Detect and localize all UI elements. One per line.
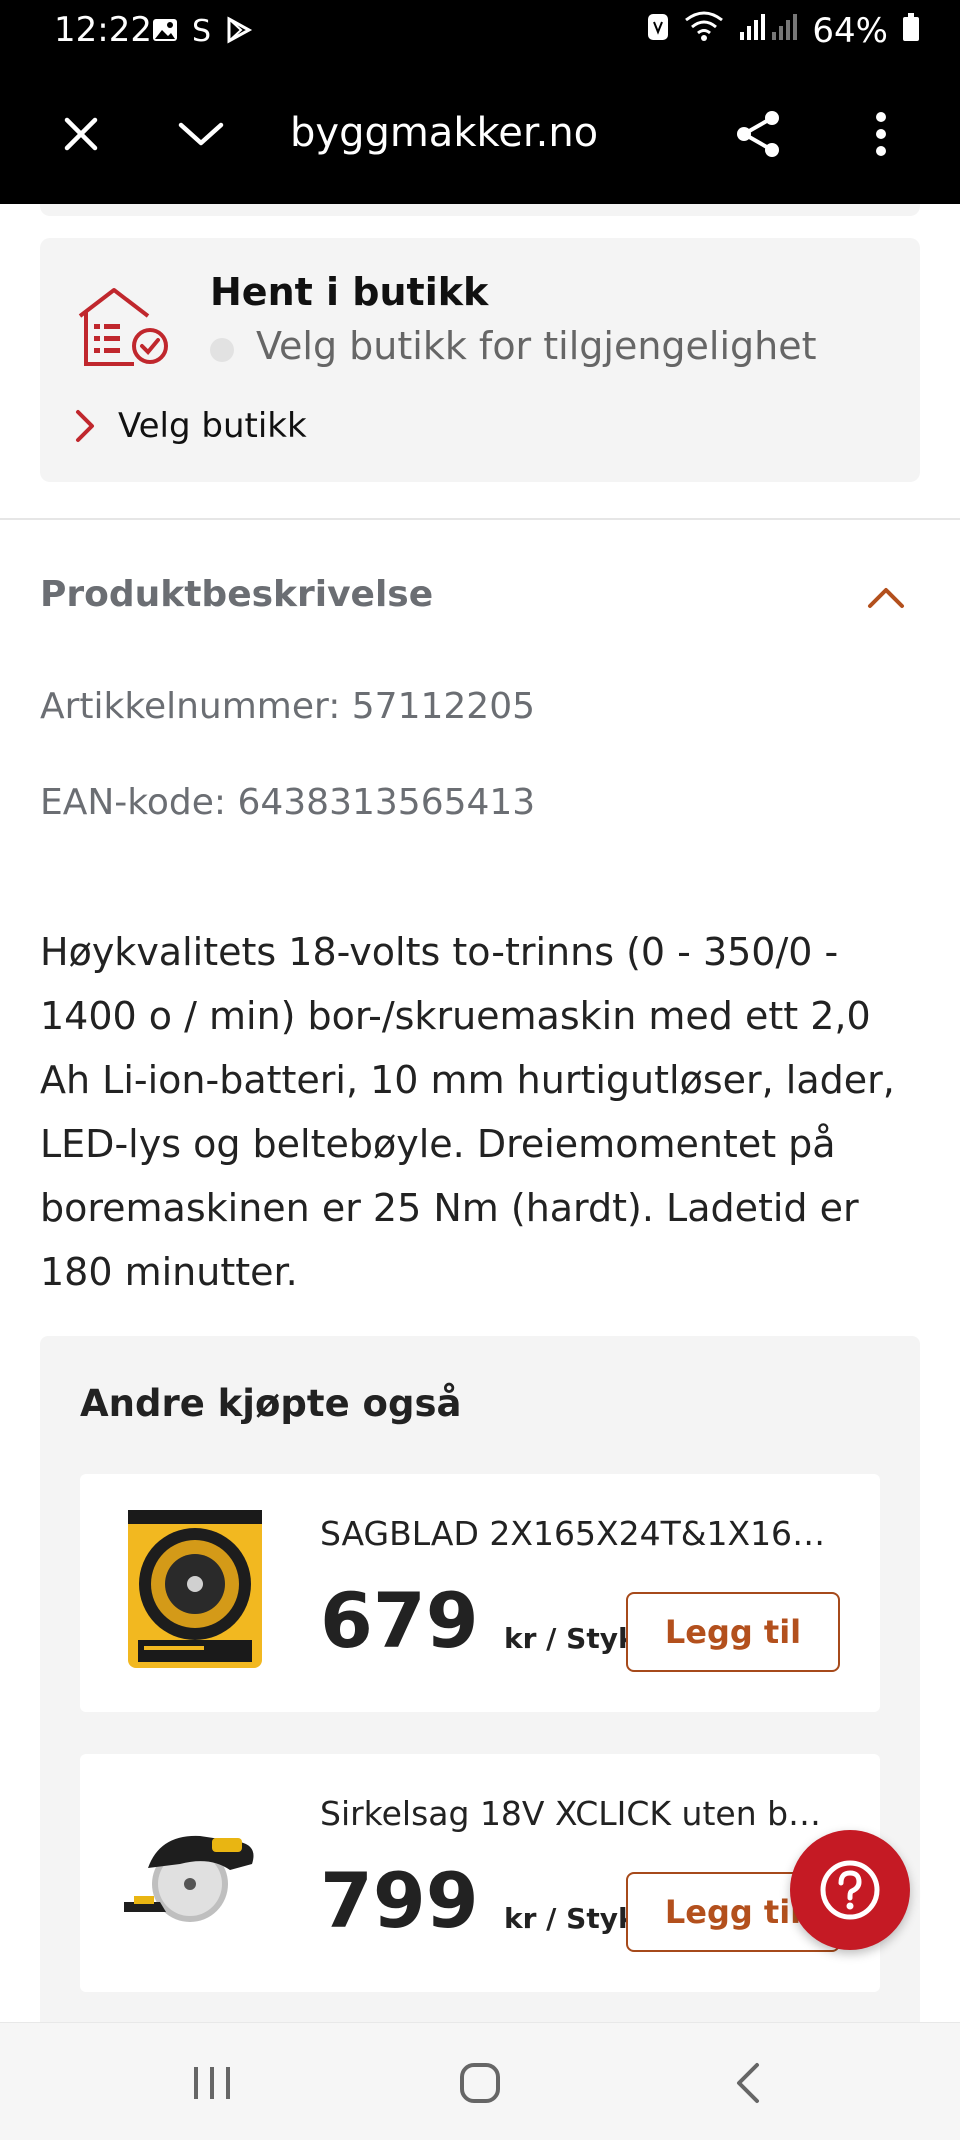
status-right: 64%	[646, 10, 920, 51]
page-content: Hent i butikk Velg butikk for tilgjengel…	[0, 204, 960, 2022]
image-icon	[150, 15, 180, 49]
question-icon	[820, 1860, 880, 1920]
product-name[interactable]: SAGBLAD 2X165X24T&1X165X4...	[320, 1514, 840, 1553]
ean-code: EAN-kode: 6438313565413	[40, 782, 536, 823]
chevron-up-icon	[868, 588, 904, 608]
also-bought-section: Andre kjøpte også SAGBLAD 2X165X24T&1X16…	[40, 1336, 920, 2022]
article-number: Artikkelnummer: 57112205	[40, 686, 535, 727]
saw-blade-image	[128, 1510, 262, 1668]
availability-dot	[210, 338, 234, 362]
add-to-cart-button[interactable]: Legg til	[626, 1592, 840, 1672]
product-description-heading[interactable]: Produktbeskrivelse	[40, 574, 433, 615]
store-pickup-card: Hent i butikk Velg butikk for tilgjengel…	[40, 238, 920, 482]
chevron-down-icon	[178, 122, 224, 146]
nfc-icon	[646, 11, 670, 51]
battery-icon	[902, 11, 920, 51]
home-icon	[460, 2063, 500, 2103]
status-time: 12:22	[54, 10, 152, 50]
chevron-right-icon	[76, 410, 94, 442]
status-bar: 12:22 S 64%	[0, 0, 960, 64]
s-icon: S	[192, 14, 212, 49]
more-icon	[876, 112, 886, 156]
circular-saw-image	[124, 1835, 254, 1922]
url-text[interactable]: byggmakker.no	[290, 110, 598, 156]
product-description-text: Høykvalitets 18-volts to-trinns (0 - 350…	[40, 930, 895, 1294]
recents-icon	[194, 2067, 230, 2099]
store-pickup-title: Hent i butikk	[210, 270, 489, 314]
share-button[interactable]	[724, 104, 794, 164]
browser-toolbar: byggmakker.no	[0, 64, 960, 204]
product-price: 679	[320, 1576, 479, 1665]
home-button[interactable]	[440, 2053, 520, 2113]
close-button[interactable]	[46, 104, 116, 164]
wifi-icon	[684, 10, 724, 51]
back-button[interactable]	[708, 2053, 788, 2113]
product-price: 799	[320, 1856, 479, 1945]
availability-text: Velg butikk for tilgjengelighet	[256, 324, 817, 368]
choose-store-link[interactable]: Velg butikk	[74, 406, 307, 446]
more-options-button[interactable]	[846, 104, 916, 164]
product-name[interactable]: Sirkelsag 18V XCLICK uten batt...	[320, 1794, 840, 1833]
product-card[interactable]: SAGBLAD 2X165X24T&1X165X4... 679 kr / St…	[80, 1474, 880, 1712]
recents-button[interactable]	[172, 2053, 252, 2113]
collapse-description-button[interactable]	[866, 586, 906, 614]
minimize-button[interactable]	[166, 104, 236, 164]
share-icon	[737, 111, 779, 157]
store-check-icon	[78, 288, 168, 366]
status-icons-left: S	[150, 12, 253, 52]
system-nav-bar	[0, 2022, 960, 2140]
signal-icon	[738, 11, 798, 51]
battery-percent: 64%	[812, 10, 888, 51]
close-icon	[64, 117, 98, 151]
help-button[interactable]	[790, 1830, 910, 1950]
play-store-icon	[223, 15, 253, 49]
section-divider	[0, 518, 960, 520]
back-icon	[737, 2063, 759, 2103]
product-card[interactable]: Sirkelsag 18V XCLICK uten batt... 799 kr…	[80, 1754, 880, 1992]
choose-store-label: Velg butikk	[118, 406, 307, 446]
also-bought-title: Andre kjøpte også	[80, 1382, 462, 1425]
previous-section-edge	[40, 204, 920, 216]
